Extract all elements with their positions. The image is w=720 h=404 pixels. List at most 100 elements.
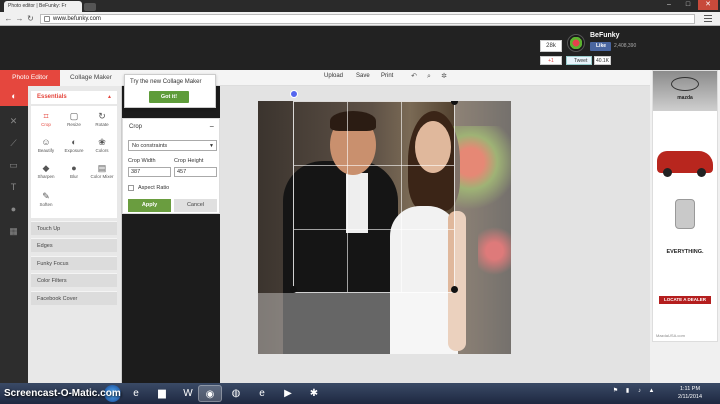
url-field[interactable]: www.befunky.com bbox=[40, 14, 695, 24]
crop-handle-top-left[interactable] bbox=[290, 90, 298, 98]
sharpen-icon: ◆ bbox=[42, 163, 50, 173]
ie-icon[interactable]: e bbox=[124, 385, 148, 402]
tool-resize[interactable]: ▢ Resize bbox=[61, 108, 87, 132]
tool-colors[interactable]: ❀ Colors bbox=[89, 134, 115, 158]
locate-dealer-button[interactable]: LOCATE A DEALER bbox=[659, 296, 711, 304]
tools-panel: Essentials ▲ ⌗ Crop ▢ Resize ↻ Rotate ☺ Beau… bbox=[28, 86, 122, 383]
rail-text-icon[interactable]: T bbox=[8, 182, 19, 193]
back-arrow-icon[interactable]: ← bbox=[4, 14, 13, 23]
tool-rotate[interactable]: ↻ Rotate bbox=[89, 108, 115, 132]
tool-label: Sharpen bbox=[37, 174, 55, 179]
clock-date: 2/11/2014 bbox=[677, 394, 703, 400]
rail-frame-icon[interactable]: ▭ bbox=[8, 160, 19, 171]
apply-button[interactable]: Apply bbox=[128, 199, 171, 212]
photo-canvas[interactable] bbox=[258, 101, 511, 354]
minimize-button[interactable]: – bbox=[660, 0, 678, 10]
car-wheel bbox=[663, 168, 672, 177]
ie-icon-2[interactable]: e bbox=[250, 385, 274, 402]
crop-settings-panel: Crop − No constraints ▼ Crop Width Crop … bbox=[122, 118, 220, 214]
cancel-button[interactable]: Cancel bbox=[174, 199, 217, 212]
collapse-icon: ▲ bbox=[107, 94, 112, 100]
crop-width-field[interactable]: 387 bbox=[128, 167, 171, 177]
tray-power-icon[interactable]: ▲ bbox=[648, 388, 655, 395]
tool-label: Resize bbox=[67, 122, 81, 127]
category-touch-up[interactable]: Touch Up bbox=[31, 221, 117, 235]
got-it-button[interactable]: Got it! bbox=[149, 91, 189, 103]
tab-photo-editor[interactable]: Photo Editor bbox=[0, 70, 60, 86]
crop-selection-box[interactable] bbox=[293, 101, 455, 293]
minimize-panel-icon[interactable]: − bbox=[209, 122, 214, 131]
tool-label: Beautify bbox=[37, 148, 55, 153]
rail-graphics-icon[interactable]: ● bbox=[8, 204, 19, 215]
tool-sharpen[interactable]: ◆ Sharpen bbox=[33, 160, 59, 184]
facebook-like-button[interactable]: Like bbox=[590, 42, 611, 51]
tray-network-icon[interactable]: ▮ bbox=[624, 388, 631, 395]
new-tab-button[interactable] bbox=[84, 3, 96, 11]
category-edges[interactable]: Edges bbox=[31, 238, 117, 252]
rail-edit-tab[interactable]: ◐ bbox=[0, 86, 28, 106]
tool-crop[interactable]: ⌗ Crop bbox=[33, 108, 59, 132]
tool-blur[interactable]: ● Blur bbox=[61, 160, 87, 184]
rail-texture-icon[interactable]: ▦ bbox=[8, 226, 19, 237]
print-button[interactable]: Print bbox=[381, 73, 393, 79]
canvas-area bbox=[220, 86, 650, 383]
tool-soften[interactable]: ✎ Soften bbox=[33, 188, 59, 212]
media-icon[interactable]: ▶ bbox=[276, 385, 300, 402]
crop-handle-bottom-left[interactable] bbox=[290, 286, 297, 293]
tool-label: Color Mixer bbox=[90, 174, 114, 179]
blur-icon: ● bbox=[71, 163, 77, 173]
constraint-select[interactable]: No constraints ▼ bbox=[128, 140, 217, 151]
befunky-logo-icon[interactable] bbox=[567, 34, 585, 52]
rail-brush-icon[interactable]: ⟋ bbox=[8, 138, 19, 149]
tweet-button[interactable]: Tweet bbox=[566, 56, 592, 65]
collage-promo-popup: Try the new Collage Maker Got it! bbox=[124, 74, 216, 108]
tab-collage-maker[interactable]: Collage Maker bbox=[60, 70, 122, 86]
facebook-like-label: Like bbox=[596, 43, 607, 49]
network-icon[interactable]: ✱ bbox=[302, 385, 326, 402]
maximize-button[interactable]: □ bbox=[679, 0, 697, 10]
promo-text: Try the new Collage Maker bbox=[130, 79, 202, 85]
zoom-icon[interactable]: ⌕ bbox=[425, 73, 433, 81]
browser-menu-icon[interactable] bbox=[704, 15, 712, 23]
aspect-ratio-checkbox[interactable] bbox=[128, 185, 134, 191]
tray-flag-icon[interactable]: ⚑ bbox=[612, 388, 619, 395]
browser-tab[interactable]: Photo editor | BeFunky: Fr bbox=[4, 1, 82, 12]
constraint-value: No constraints bbox=[132, 143, 168, 149]
tool-label: Blur bbox=[69, 174, 78, 179]
beautify-icon: ☺ bbox=[41, 137, 51, 147]
mazda-advertisement[interactable]: mazda EVERYTHING. LOCATE A DEALER MazdaU… bbox=[652, 70, 718, 342]
reload-icon[interactable]: ↻ bbox=[26, 14, 35, 23]
mazda-logo-icon bbox=[671, 77, 699, 91]
tool-color-mixer[interactable]: ▤ Color Mixer bbox=[89, 160, 115, 184]
word-icon[interactable]: W bbox=[176, 385, 200, 402]
exposure-icon: ◐ bbox=[71, 137, 77, 147]
system-clock[interactable]: 1:11 PM 2/11/2014 bbox=[670, 385, 710, 401]
essentials-header[interactable]: Essentials ▲ bbox=[31, 91, 117, 104]
rail-effects-icon[interactable]: ✕ bbox=[8, 116, 19, 127]
category-color-filters[interactable]: Color Filters bbox=[31, 273, 117, 287]
chrome-icon[interactable]: ◉ bbox=[198, 385, 222, 402]
folder-icon[interactable]: ▆ bbox=[150, 385, 174, 402]
undo-icon[interactable]: ↶ bbox=[410, 73, 418, 81]
crop-height-field[interactable]: 457 bbox=[174, 167, 217, 177]
category-facebook-cover[interactable]: Facebook Cover bbox=[31, 291, 117, 305]
editor-topbar: Photo Editor Collage Maker Upload Save P… bbox=[0, 70, 650, 86]
ad-footer: MazdaUSA.com bbox=[656, 333, 685, 338]
tray-volume-icon[interactable]: ♪ bbox=[636, 388, 643, 395]
save-button[interactable]: Save bbox=[356, 73, 370, 79]
crop-grid-line bbox=[294, 229, 454, 230]
crop-handle-bottom-right[interactable] bbox=[451, 286, 458, 293]
colors-icon: ❀ bbox=[98, 137, 106, 147]
close-window-button[interactable]: ✕ bbox=[698, 0, 718, 10]
page-icon bbox=[44, 16, 50, 22]
facebook-like-count: 2,408,390 bbox=[614, 43, 637, 49]
tool-beautify[interactable]: ☺ Beautify bbox=[33, 134, 59, 158]
category-funky-focus[interactable]: Funky Focus bbox=[31, 256, 117, 270]
firefox-icon[interactable]: ◍ bbox=[224, 385, 248, 402]
google-plus-button[interactable]: +1 bbox=[540, 56, 562, 65]
rotate-icon: ↻ bbox=[98, 111, 106, 121]
forward-arrow-icon[interactable]: → bbox=[15, 14, 24, 23]
tool-exposure[interactable]: ◐ Exposure bbox=[61, 134, 87, 158]
upload-button[interactable]: Upload bbox=[324, 73, 343, 79]
settings-gear-icon[interactable]: ✲ bbox=[440, 73, 448, 81]
